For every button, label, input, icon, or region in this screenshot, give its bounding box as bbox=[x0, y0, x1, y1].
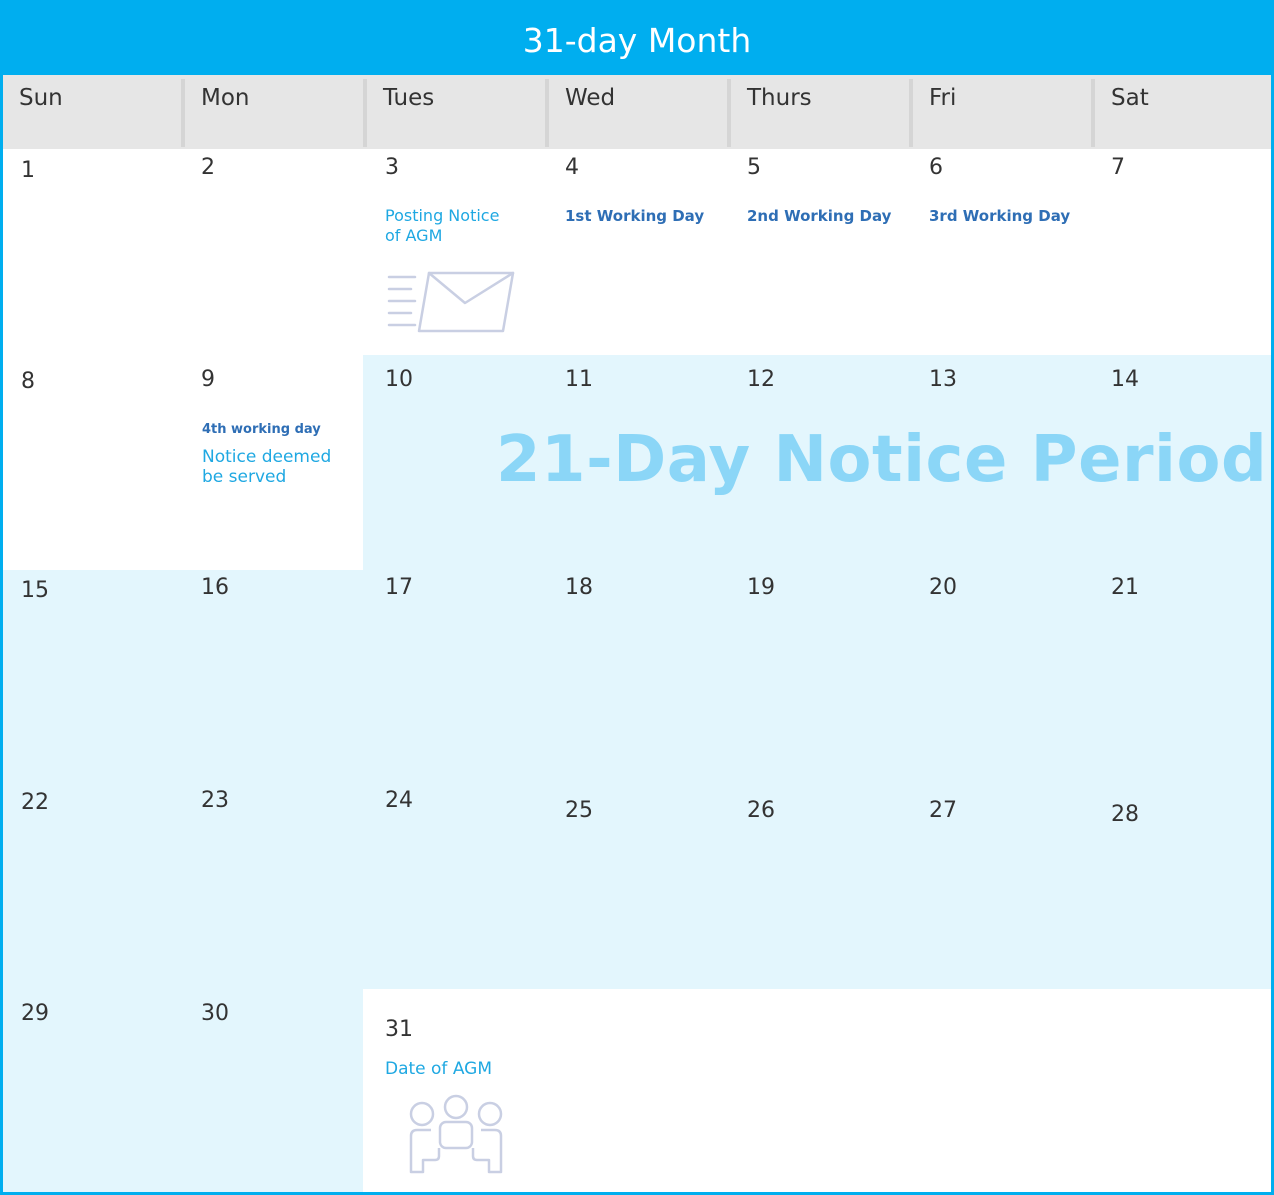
day-number: 16 bbox=[201, 575, 229, 600]
weekday-fri: Fri bbox=[929, 85, 957, 111]
weekday-header-row: Sun Mon Tues Wed Thurs Fri Sat bbox=[3, 75, 1271, 149]
day-number: 4 bbox=[565, 155, 579, 180]
envelope-icon bbox=[387, 271, 515, 333]
meeting-people-icon bbox=[409, 1094, 503, 1174]
working-day-1-note: 1st Working Day bbox=[565, 207, 705, 225]
day-number: 30 bbox=[201, 1001, 229, 1026]
day-number: 29 bbox=[21, 1001, 49, 1026]
posting-notice-note: Posting Notice of AGM bbox=[385, 206, 500, 245]
day-number: 17 bbox=[385, 575, 413, 600]
header-separator bbox=[545, 79, 549, 147]
day-number: 10 bbox=[385, 367, 413, 392]
header-separator bbox=[909, 79, 913, 147]
date-of-agm-note: Date of AGM bbox=[385, 1059, 492, 1079]
day-number: 14 bbox=[1111, 367, 1139, 392]
weekday-tues: Tues bbox=[383, 85, 435, 111]
notice-period-label: 21-Day Notice Period bbox=[496, 423, 1268, 497]
working-day-3-note: 3rd Working Day bbox=[929, 207, 1071, 225]
day-number: 26 bbox=[747, 798, 775, 823]
weekday-mon: Mon bbox=[201, 85, 250, 111]
day-number: 11 bbox=[565, 367, 593, 392]
day-number: 21 bbox=[1111, 575, 1139, 600]
day-number: 3 bbox=[385, 155, 399, 180]
weekday-thurs: Thurs bbox=[747, 85, 812, 111]
day-number: 27 bbox=[929, 798, 957, 823]
header-separator bbox=[363, 79, 367, 147]
notice-period-band bbox=[3, 570, 1271, 989]
calendar-title: 31-day Month bbox=[3, 3, 1271, 75]
day-number: 1 bbox=[21, 158, 35, 183]
calendar-frame: 31-day Month Sun Mon Tues Wed Thurs Fri … bbox=[0, 0, 1274, 1195]
notice-period-band bbox=[3, 989, 363, 1192]
day-number: 5 bbox=[747, 155, 761, 180]
day-number: 20 bbox=[929, 575, 957, 600]
weekday-sun: Sun bbox=[19, 85, 63, 111]
day-number: 23 bbox=[201, 788, 229, 813]
day-number: 18 bbox=[565, 575, 593, 600]
day-number: 28 bbox=[1111, 802, 1139, 827]
day-number: 22 bbox=[21, 790, 49, 815]
day-number: 15 bbox=[21, 578, 49, 603]
day-number: 12 bbox=[747, 367, 775, 392]
day-number: 6 bbox=[929, 155, 943, 180]
day-number: 8 bbox=[21, 369, 35, 394]
weekday-sat: Sat bbox=[1111, 85, 1149, 111]
day-number: 19 bbox=[747, 575, 775, 600]
header-separator bbox=[181, 79, 185, 147]
day-number: 7 bbox=[1111, 155, 1125, 180]
header-separator bbox=[1091, 79, 1095, 147]
working-day-2-note: 2nd Working Day bbox=[747, 207, 892, 225]
header-separator bbox=[727, 79, 731, 147]
day-number: 9 bbox=[201, 367, 215, 392]
notice-deemed-served-note: Notice deemed be served bbox=[202, 447, 332, 487]
day-number: 13 bbox=[929, 367, 957, 392]
day-number: 25 bbox=[565, 798, 593, 823]
day-number: 2 bbox=[201, 155, 215, 180]
day-number: 24 bbox=[385, 788, 413, 813]
weekday-wed: Wed bbox=[565, 85, 616, 111]
working-day-4-note: 4th working day bbox=[202, 422, 321, 437]
day-number: 31 bbox=[385, 1017, 413, 1042]
